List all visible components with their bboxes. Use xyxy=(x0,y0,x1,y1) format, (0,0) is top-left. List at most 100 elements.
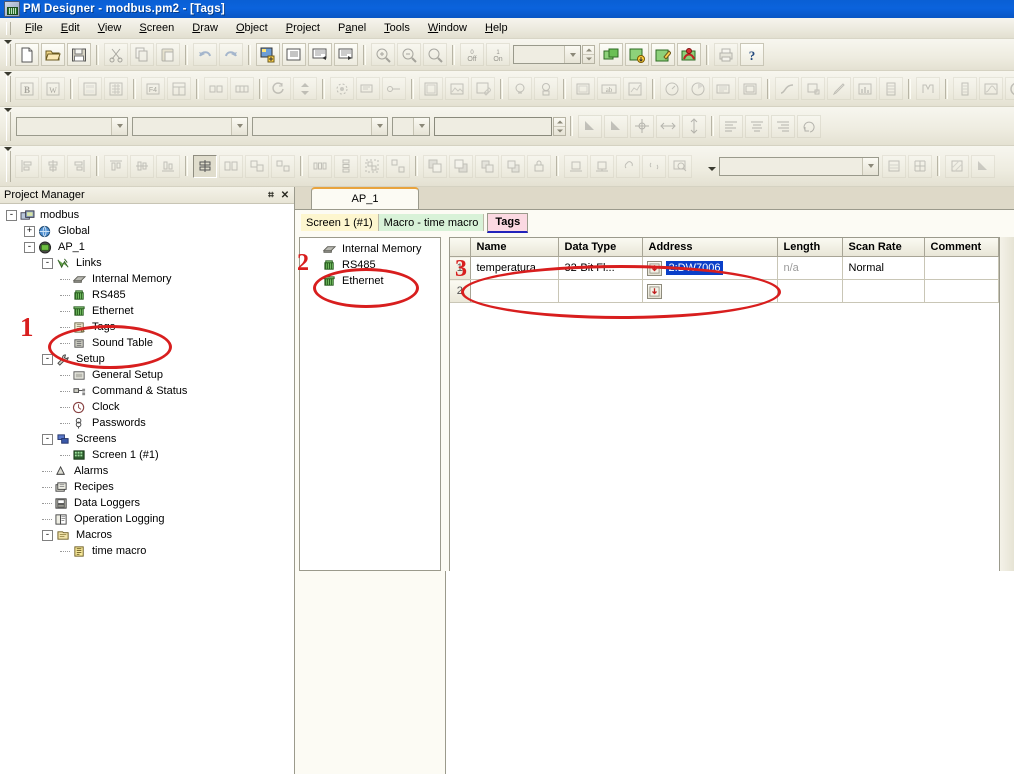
group-icon[interactable] xyxy=(360,154,384,178)
bring-front-icon[interactable] xyxy=(423,154,447,178)
rotate-icon[interactable] xyxy=(797,114,821,138)
menu-gripper[interactable] xyxy=(2,19,12,37)
value-textbox[interactable] xyxy=(434,116,552,136)
state-combo[interactable] xyxy=(513,45,581,64)
numeric-keypad-icon[interactable] xyxy=(104,77,128,100)
tree-item-time-macro[interactable]: time macro xyxy=(0,543,294,559)
tree-item-links[interactable]: - Links xyxy=(0,255,294,271)
send-backward-icon[interactable] xyxy=(501,154,525,178)
save-disk-icon[interactable] xyxy=(67,43,91,66)
table-row[interactable]: 2 xyxy=(450,279,999,303)
font-name-combo[interactable] xyxy=(16,116,128,136)
tag-datatype-cell[interactable]: 32-Bit Fl... xyxy=(558,256,643,280)
tag-address-cell[interactable] xyxy=(642,279,778,303)
nudge-right-icon[interactable] xyxy=(590,154,614,178)
distribute-h-icon[interactable] xyxy=(308,154,332,178)
zoom-region-icon[interactable] xyxy=(668,154,692,178)
subtab-tags[interactable]: Tags xyxy=(487,212,529,233)
menu-view[interactable]: View xyxy=(89,20,131,36)
line-color-icon[interactable] xyxy=(604,114,628,138)
tree-item-operation-logging[interactable]: Operation Logging xyxy=(0,511,294,527)
redo-icon[interactable] xyxy=(219,43,243,66)
collapse-toggle-icon[interactable]: - xyxy=(42,433,53,445)
screen-list-icon[interactable] xyxy=(282,43,306,66)
tree-item-recipes[interactable]: Recipes xyxy=(0,479,294,495)
align-middle-icon[interactable] xyxy=(130,154,154,178)
screen-next-icon[interactable] xyxy=(334,43,358,66)
align-edge-left-icon[interactable] xyxy=(15,154,39,178)
tag-address-cell[interactable]: 2:DW7006 xyxy=(642,256,778,280)
slide-switch-icon[interactable] xyxy=(230,77,254,100)
toolbar-format-gripper[interactable] xyxy=(1,107,13,145)
collapse-toggle-icon[interactable]: - xyxy=(42,529,53,541)
thermometer-icon[interactable] xyxy=(953,77,977,100)
font-size-combo[interactable] xyxy=(132,116,248,136)
subtab-screen-1-1[interactable]: Screen 1 (#1) xyxy=(301,214,379,231)
new-screen-icon[interactable] xyxy=(256,43,280,66)
state-count-combo[interactable] xyxy=(392,116,430,136)
pattern-icon[interactable] xyxy=(882,154,906,178)
tree-item-ethernet[interactable]: Ethernet xyxy=(0,303,294,319)
tree-item-screens[interactable]: - Screens xyxy=(0,431,294,447)
tag-grid-row-number[interactable]: 1 xyxy=(450,256,471,280)
tag-scanrate-cell[interactable] xyxy=(842,279,925,303)
tree-item-global[interactable]: + Global xyxy=(0,223,294,239)
same-size-icon[interactable] xyxy=(245,154,269,178)
indicator-lamp-icon[interactable] xyxy=(508,77,532,100)
print-icon[interactable] xyxy=(714,43,738,66)
project-tree[interactable]: - modbus + Global - AP_1- Links Internal Memory… xyxy=(0,204,294,571)
tag-grid-column-name[interactable]: Name xyxy=(470,238,559,257)
fill-color-icon[interactable] xyxy=(578,114,602,138)
tag-name-cell[interactable] xyxy=(470,279,559,303)
compile-icon[interactable] xyxy=(599,43,623,66)
align-top-icon[interactable] xyxy=(104,154,128,178)
tree-item-data-loggers[interactable]: Data Loggers xyxy=(0,495,294,511)
copy-icon[interactable] xyxy=(130,43,154,66)
menu-object[interactable]: Object xyxy=(227,20,277,36)
hatch-fill-icon[interactable] xyxy=(945,154,969,178)
tree-item-macros[interactable]: - Macros xyxy=(0,527,294,543)
menu-help[interactable]: Help xyxy=(476,20,517,36)
tag-comment-cell[interactable] xyxy=(924,279,999,303)
menu-draw[interactable]: Draw xyxy=(183,20,227,36)
chart-object-icon[interactable] xyxy=(623,77,647,100)
send-back-icon[interactable] xyxy=(449,154,473,178)
collapse-toggle-icon[interactable]: - xyxy=(42,353,53,365)
align-left-icon[interactable] xyxy=(719,114,743,138)
align-right-icon[interactable] xyxy=(771,114,795,138)
tree-item-ap-1[interactable]: - AP_1 xyxy=(0,239,294,255)
fill-style-icon[interactable] xyxy=(971,154,995,178)
tag-length-cell[interactable]: n/a xyxy=(777,256,843,280)
unlink-icon[interactable] xyxy=(642,154,666,178)
align-edge-right-icon[interactable] xyxy=(67,154,91,178)
pin-icon[interactable]: ⌗ xyxy=(264,189,278,202)
grid-right-gutter[interactable] xyxy=(999,237,1014,571)
collapse-toggle-icon[interactable]: - xyxy=(6,209,17,221)
picture-object-icon[interactable] xyxy=(445,77,469,100)
tag-name-cell[interactable]: temperatura xyxy=(470,256,559,280)
undo-icon[interactable] xyxy=(193,43,217,66)
tree-item-screen-1-1[interactable]: Screen 1 (#1) xyxy=(0,447,294,463)
tree-item-setup[interactable]: - Setup xyxy=(0,351,294,367)
menu-screen[interactable]: Screen xyxy=(130,20,183,36)
toolbar-align-gripper[interactable] xyxy=(1,146,13,186)
collapse-toggle-icon[interactable]: - xyxy=(24,241,35,253)
pencil-icon[interactable] xyxy=(827,77,851,100)
film-strip-icon[interactable] xyxy=(879,77,903,100)
download-icon[interactable] xyxy=(625,43,649,66)
tree-item-modbus[interactable]: - modbus xyxy=(0,207,294,223)
message-display-icon[interactable] xyxy=(356,77,380,100)
menu-file[interactable]: File xyxy=(16,20,52,36)
tag-grid-column-address[interactable]: Address xyxy=(642,238,778,257)
ab-text-icon[interactable]: ab xyxy=(597,77,621,100)
pie-graph-icon[interactable] xyxy=(686,77,710,100)
center-crosshair-icon[interactable] xyxy=(630,114,654,138)
same-width-icon[interactable] xyxy=(193,154,217,178)
rectangle-select-icon[interactable] xyxy=(801,77,825,100)
bar-graph-icon[interactable] xyxy=(853,77,877,100)
subtab-macro-time-macro[interactable]: Macro - time macro xyxy=(378,214,485,231)
flip-horizontal-icon[interactable] xyxy=(656,114,680,138)
open-folder-icon[interactable] xyxy=(41,43,65,66)
tag-grid-column-comment[interactable]: Comment xyxy=(924,238,999,257)
tree-item-tags[interactable]: Tags xyxy=(0,319,294,335)
